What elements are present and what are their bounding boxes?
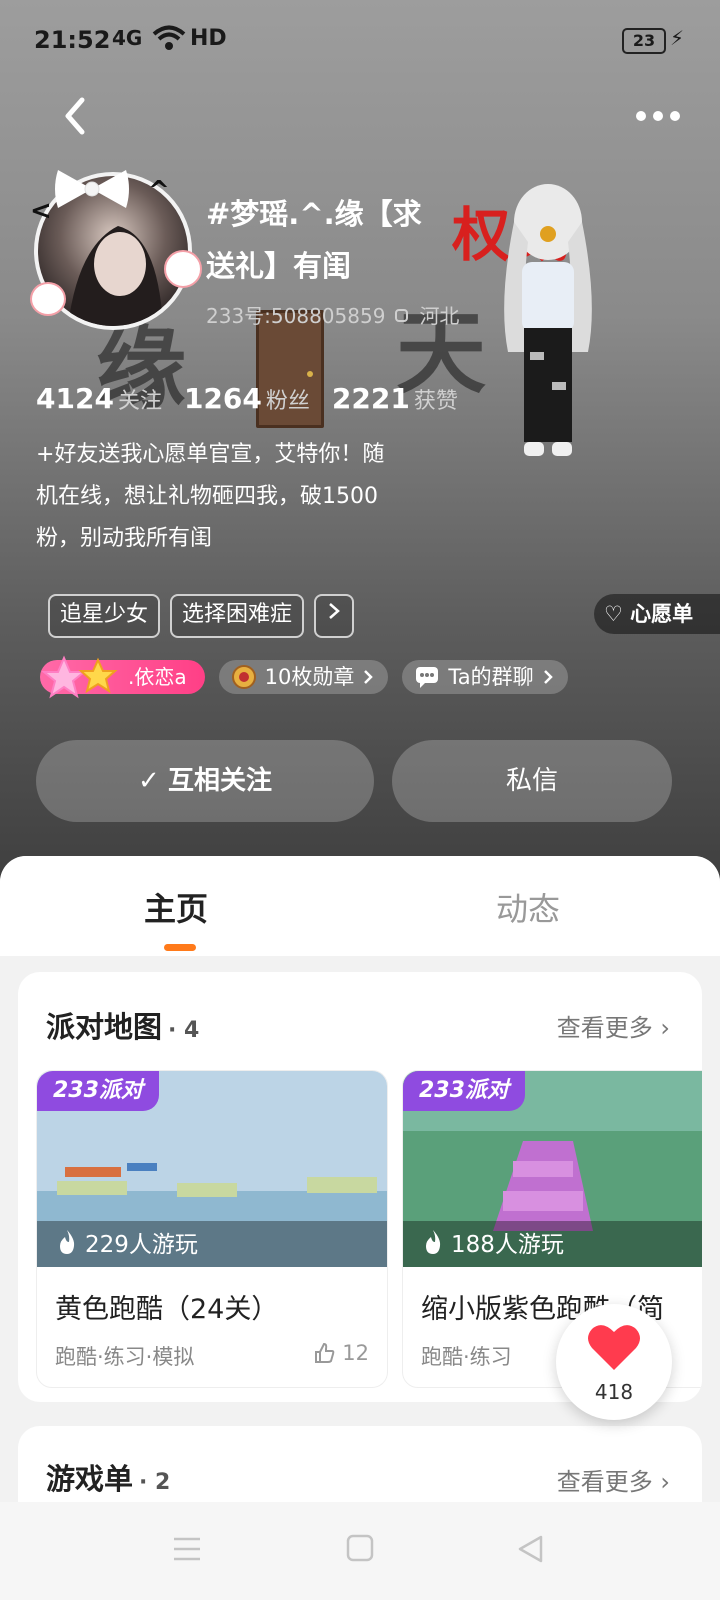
game-tags: 跑酷·练习·模拟: [55, 1345, 195, 1369]
section-title: 派对地图 · 4: [46, 1010, 200, 1044]
avatar-character-figure: [504, 184, 592, 456]
home-square-icon[interactable]: [346, 1534, 374, 1562]
like-fab-count: 418: [594, 1380, 634, 1404]
follow-button-label: 互相关注: [168, 766, 273, 796]
chips-row: .依恋a 10枚勋章 Ta的群聊: [40, 655, 568, 699]
heart-icon: [588, 1325, 640, 1370]
chevron-right-icon: [364, 670, 374, 684]
medal-icon: [231, 665, 256, 689]
content-sheet: 主页 动态 派对地图 · 4 查看更多 › 233派对 229人游玩 黄色跑酷（…: [0, 856, 720, 1600]
name-chip-label: .依恋a: [128, 665, 187, 689]
chevron-right-icon: [543, 670, 553, 684]
mutual-follow-button[interactable]: ✓ 互相关注: [36, 740, 374, 822]
cat-ear-decoration: <: [30, 196, 52, 226]
stat-followers[interactable]: 1264 粉丝: [184, 382, 310, 415]
chevron-right-icon: [329, 603, 340, 619]
wifi-icon: [152, 25, 186, 50]
play-count: 188人游玩: [423, 1225, 564, 1259]
game-tags: 跑酷·练习: [421, 1345, 512, 1369]
tab-indicator: [164, 944, 196, 951]
game-name: 黄色跑酷（24关）: [55, 1294, 279, 1325]
stat-following[interactable]: 4124 关注: [36, 382, 162, 415]
tags-row: 追星少女 选择困难症: [48, 594, 355, 638]
wishlist-label: 心愿单: [630, 602, 694, 626]
tab-bar: 主页 动态: [0, 856, 720, 956]
game-badge: 233派对: [37, 1071, 159, 1111]
profile-header: 21:52 4G HD 23 ⚡ 缘 天 权威 < ^ #梦瑶.^.缘【求送礼】…: [0, 0, 720, 900]
wishlist-button[interactable]: ♡ 心愿单: [594, 594, 720, 634]
heart-outline-icon: ♡: [604, 602, 623, 626]
chevron-right-icon: ›: [660, 1468, 670, 1496]
like-count[interactable]: 12: [314, 1341, 369, 1365]
battery-icon: 23: [622, 28, 666, 54]
location: 河北: [419, 304, 460, 328]
stars-icon: [41, 655, 118, 699]
name-chip[interactable]: .依恋a: [40, 655, 205, 699]
more-options-button[interactable]: [636, 106, 680, 126]
back-triangle-icon[interactable]: [516, 1534, 544, 1564]
section-count: · 2: [139, 1470, 171, 1495]
message-button[interactable]: 私信: [392, 740, 672, 822]
tag-item[interactable]: 选择困难症: [170, 594, 305, 638]
bio-text: +好友送我心愿单官宣，艾特你！随机在线，想让礼物砸四我，破1500粉，别动我所有…: [36, 442, 385, 551]
chevron-right-icon: ›: [660, 1014, 670, 1042]
tab-home[interactable]: 主页: [144, 884, 208, 930]
user-id[interactable]: 233号:508805859: [206, 300, 385, 329]
cat-ear-decoration: ^: [148, 176, 170, 206]
section-count: · 4: [168, 1018, 200, 1043]
stat-likes[interactable]: 2221 获赞: [332, 382, 458, 415]
paw-decoration: [164, 250, 202, 288]
back-button[interactable]: [52, 92, 100, 140]
username: #梦瑶.^.缘【求送礼】有闺: [206, 197, 422, 283]
status-time: 21:52: [34, 26, 111, 54]
group-chat-chip[interactable]: Ta的群聊: [402, 660, 568, 694]
play-count: 229人游玩: [57, 1225, 198, 1259]
tab-feed[interactable]: 动态: [496, 884, 560, 930]
badges-chip[interactable]: 10枚勋章: [218, 660, 389, 694]
tags-more-button[interactable]: [314, 594, 355, 638]
badges-chip-label: 10枚勋章: [264, 665, 355, 689]
section-title: 游戏单 · 2: [46, 1462, 171, 1496]
hd-indicator: HD: [190, 26, 227, 51]
see-more-link[interactable]: 查看更多 ›: [557, 1008, 670, 1043]
copy-icon[interactable]: [393, 306, 411, 324]
uid-row: 233号:508805859 河北: [206, 300, 459, 329]
see-more-link[interactable]: 查看更多 ›: [557, 1462, 670, 1497]
thumbs-up-icon: [315, 1342, 335, 1363]
signal-icon: 4G: [112, 26, 143, 50]
stats-row: 4124 关注 1264 粉丝 2221 获赞: [36, 382, 458, 415]
bow-decoration: [55, 170, 129, 208]
menu-icon[interactable]: [172, 1536, 202, 1562]
paw-decoration: [30, 282, 66, 316]
chat-icon: [416, 667, 439, 688]
check-icon: ✓: [137, 766, 169, 796]
fire-icon: [426, 1230, 441, 1254]
action-buttons: ✓ 互相关注 私信: [36, 740, 672, 822]
status-bar: 21:52 4G HD 23 ⚡: [0, 0, 720, 80]
group-chip-label: Ta的群聊: [448, 665, 534, 689]
game-card[interactable]: 233派对 229人游玩 黄色跑酷（24关） 跑酷·练习·模拟 12: [36, 1070, 388, 1388]
tag-item[interactable]: 追星少女: [48, 594, 161, 638]
charging-icon: ⚡: [670, 26, 685, 50]
like-fab-button[interactable]: 418: [556, 1304, 672, 1420]
system-nav-bar: [0, 1502, 720, 1600]
fire-icon: [60, 1230, 75, 1254]
game-badge: 233派对: [403, 1071, 525, 1111]
